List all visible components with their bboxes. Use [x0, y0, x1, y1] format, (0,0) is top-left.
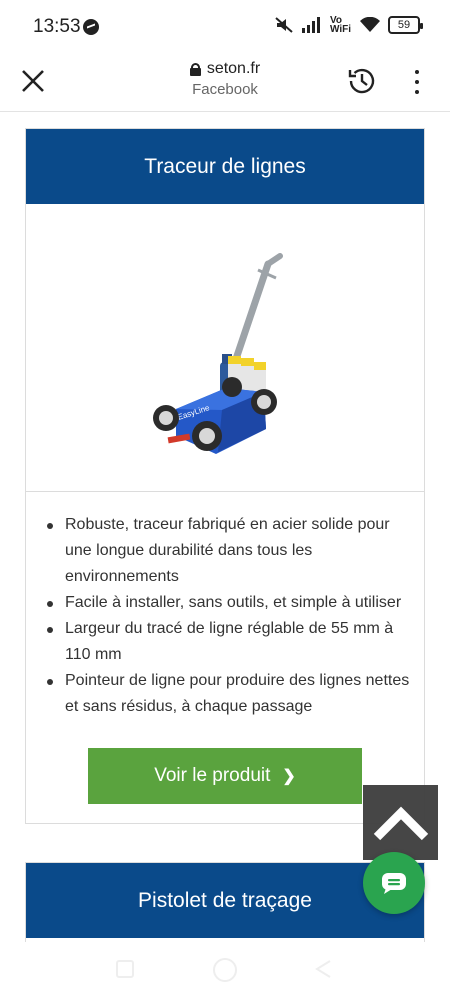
feature-item: Facile à installer, sans outils, et simp… — [45, 590, 410, 616]
view-product-button[interactable]: Voir le produit ❯ — [88, 748, 362, 804]
lock-icon — [189, 62, 201, 76]
signal-icon — [302, 17, 322, 33]
more-options-button[interactable] — [405, 68, 429, 96]
more-dot-icon — [415, 90, 419, 94]
url-block[interactable]: seton.fr Facebook — [150, 60, 300, 98]
status-icons: Vo WiFi 59 — [274, 15, 423, 35]
messenger-icon — [83, 19, 99, 35]
vowifi-label: Vo WiFi — [330, 15, 352, 35]
battery-icon: 59 — [388, 16, 423, 34]
view-product-label: Voir le produit — [154, 765, 271, 786]
browser-toolbar: seton.fr Facebook — [0, 52, 450, 112]
chat-button[interactable] — [363, 852, 425, 914]
status-bar: 13:53 Vo WiFi 59 — [0, 0, 450, 52]
line-marker-illustration: EasyLine — [153, 253, 283, 454]
recents-icon[interactable] — [116, 960, 134, 978]
chevron-up-icon — [373, 806, 428, 840]
feature-item: Largeur du tracé de ligne réglable de 55… — [45, 616, 410, 668]
scroll-to-top-button[interactable] — [363, 785, 438, 860]
more-dot-icon — [415, 80, 419, 84]
history-button[interactable] — [345, 64, 379, 98]
home-icon[interactable] — [213, 958, 237, 982]
status-time: 13:53 — [33, 16, 81, 37]
feature-item: Robuste, traceur fabriqué en acier solid… — [45, 512, 410, 590]
back-icon[interactable] — [314, 959, 332, 979]
wifi-icon — [360, 17, 380, 33]
chevron-right-icon: ❯ — [282, 768, 296, 785]
product-card: Traceur de lignes EasyLine Robuste, trac… — [25, 128, 425, 824]
url-source: Facebook — [192, 81, 258, 98]
product-card-title: Traceur de lignes — [26, 129, 424, 204]
history-icon — [348, 68, 375, 94]
feature-list: Robuste, traceur fabriqué en acier solid… — [26, 492, 424, 720]
url-domain: seton.fr — [206, 60, 261, 77]
product-image[interactable]: EasyLine — [26, 204, 424, 492]
close-button[interactable] — [18, 66, 48, 96]
feature-item: Pointeur de ligne pour produire des lign… — [45, 668, 410, 720]
mute-icon — [274, 16, 294, 34]
close-icon — [22, 70, 44, 92]
chat-icon — [382, 873, 406, 894]
more-dot-icon — [415, 70, 419, 74]
system-nav-bar — [0, 942, 450, 1000]
